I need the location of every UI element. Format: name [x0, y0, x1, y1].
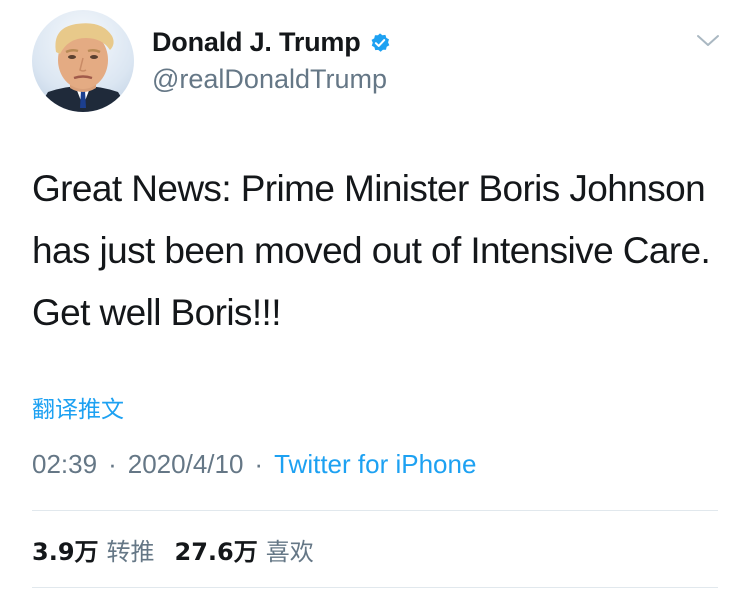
likes-stat[interactable]: 27.6万 喜欢 [175, 532, 314, 567]
tweet-meta: 02:39 · 2020/4/10 · Twitter for iPhone [32, 449, 476, 480]
tweet-time: 02:39 [32, 449, 98, 479]
tweet-text: Great News: Prime Minister Boris Johnson… [32, 168, 711, 333]
retweets-stat[interactable]: 3.9万 转推 [32, 532, 155, 567]
author-display-name[interactable]: Donald J. Trump [152, 27, 361, 58]
likes-label: 喜欢 [265, 538, 314, 566]
retweets-label: 转推 [106, 538, 155, 566]
divider [32, 587, 718, 588]
divider [32, 510, 718, 511]
author-handle[interactable]: @realDonaldTrump [152, 64, 387, 95]
author-name-row: Donald J. Trump [152, 24, 391, 60]
tweet-date: 2020/4/10 [127, 449, 244, 479]
meta-separator: · [254, 449, 264, 479]
likes-count: 27.6万 [174, 538, 258, 566]
avatar-portrait [36, 23, 130, 112]
translate-tweet-link[interactable]: 翻译推文 [32, 390, 124, 424]
tweet-source-link[interactable]: Twitter for iPhone [274, 449, 476, 480]
verified-badge-icon [369, 32, 391, 54]
retweets-count: 3.9万 [32, 538, 99, 566]
avatar[interactable] [32, 10, 134, 112]
meta-separator: · [108, 449, 117, 479]
chevron-down-icon[interactable] [696, 33, 720, 49]
tweet-stats: 3.9万 转推 27.6万 喜欢 [32, 532, 334, 567]
